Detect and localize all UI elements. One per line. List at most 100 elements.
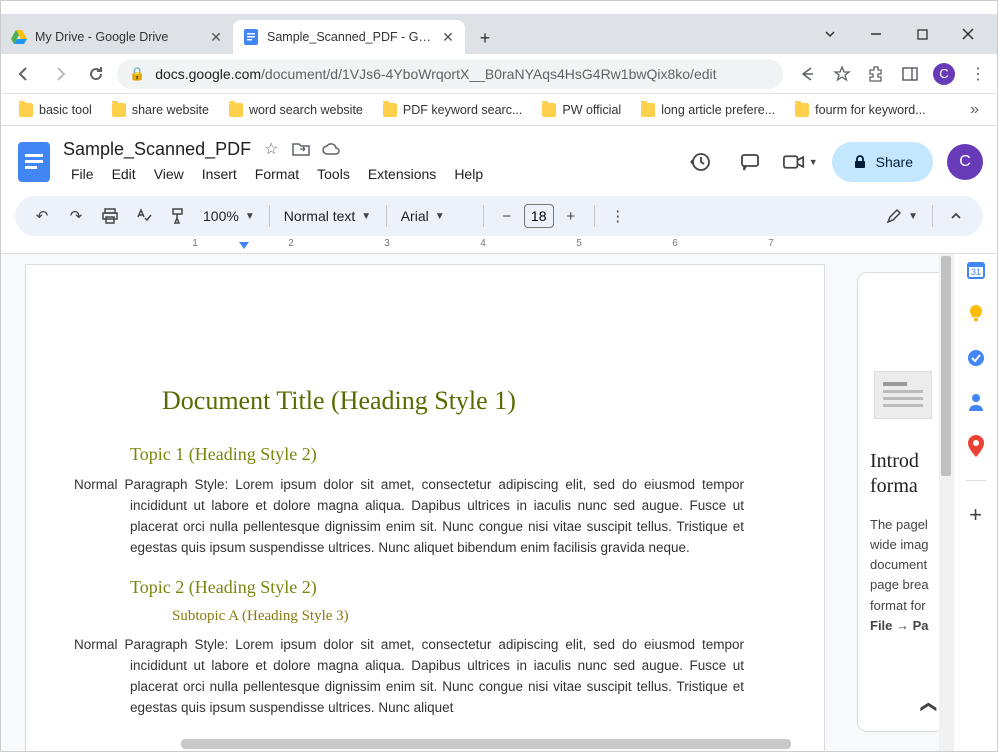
heading-1: Document Title (Heading Style 1) [162, 383, 582, 418]
tasks-icon[interactable] [966, 348, 986, 368]
indent-marker[interactable] [239, 242, 249, 249]
svg-text:31: 31 [970, 267, 980, 277]
print-button[interactable] [95, 201, 125, 231]
side-rail: 31 + [953, 254, 997, 751]
fontsize-input[interactable]: 18 [524, 204, 554, 228]
history-icon[interactable] [682, 144, 718, 180]
docs-logo-icon[interactable] [15, 138, 53, 186]
more-toolbar-icon[interactable]: ⋮ [603, 201, 633, 231]
bookmark-item[interactable]: word search website [229, 103, 363, 117]
bookmark-item[interactable]: PW official [542, 103, 621, 117]
fontsize-decrease-button[interactable]: − [492, 201, 522, 231]
url-text: docs.google.com/document/d/1VJs6-4YboWrq… [155, 66, 771, 82]
outline-text: The pagel wide imag document page brea f… [870, 515, 936, 636]
outline-heading: Introd forma [870, 449, 936, 499]
calendar-icon[interactable]: 31 [966, 260, 986, 280]
ruler[interactable]: 1 2 3 4 5 6 7 [0, 236, 998, 254]
share-button[interactable]: Share [832, 142, 933, 182]
address-bar[interactable]: 🔒 docs.google.com/document/d/1VJs6-4YboW… [117, 59, 783, 89]
sidepanel-icon[interactable] [899, 63, 921, 85]
folder-icon [229, 103, 243, 117]
docs-toolbar: ↶ ↷ 100%▼ Normal text▼ Arial▼ − 18 + ⋮ ▼ [15, 196, 983, 236]
menu-format[interactable]: Format [247, 162, 307, 186]
new-tab-button[interactable]: + [471, 24, 499, 52]
spellcheck-button[interactable] [129, 201, 159, 231]
chevron-down-icon[interactable] [818, 22, 842, 46]
docs-header: Sample_Scanned_PDF ☆ File Edit View Inse… [0, 126, 998, 190]
heading-2: Topic 2 (Heading Style 2) [130, 577, 744, 598]
extensions-icon[interactable] [865, 63, 887, 85]
redo-button[interactable]: ↷ [61, 201, 91, 231]
reload-button[interactable] [81, 59, 111, 89]
bookmark-item[interactable]: share website [112, 103, 209, 117]
bookmark-item[interactable]: basic tool [19, 103, 92, 117]
address-bar-row: 🔒 docs.google.com/document/d/1VJs6-4YboW… [0, 54, 998, 94]
bookmark-item[interactable]: long article prefere... [641, 103, 775, 117]
page-thumbnail-icon [874, 371, 932, 419]
close-icon[interactable]: ✕ [441, 30, 455, 44]
font-dropdown[interactable]: Arial▼ [395, 208, 475, 224]
menu-extensions[interactable]: Extensions [360, 162, 444, 186]
folder-icon [795, 103, 809, 117]
close-icon[interactable]: ✕ [209, 30, 223, 44]
move-icon[interactable] [291, 139, 311, 159]
folder-icon [112, 103, 126, 117]
account-avatar[interactable]: C [947, 144, 983, 180]
tab-title: My Drive - Google Drive [35, 30, 203, 44]
lock-icon [852, 154, 868, 170]
meet-icon[interactable]: ▼ [782, 144, 818, 180]
paragraph-style-dropdown[interactable]: Normal text▼ [278, 208, 378, 224]
menu-file[interactable]: File [63, 162, 102, 186]
vertical-scrollbar[interactable] [939, 254, 953, 751]
maps-icon[interactable] [966, 436, 986, 456]
maximize-button[interactable] [910, 22, 934, 46]
document-area: Document Title (Heading Style 1) Topic 1… [0, 254, 998, 752]
menu-insert[interactable]: Insert [194, 162, 245, 186]
outline-panel[interactable]: Introd forma The pagel wide imag documen… [857, 272, 949, 732]
profile-avatar[interactable]: C [933, 63, 955, 85]
format-paint-button[interactable] [163, 201, 193, 231]
bookmark-star-icon[interactable] [831, 63, 853, 85]
folder-icon [542, 103, 556, 117]
comment-icon[interactable] [732, 144, 768, 180]
paragraph: Normal Paragraph Style: Lorem ipsum dolo… [130, 635, 744, 719]
keep-icon[interactable] [966, 304, 986, 324]
menu-tools[interactable]: Tools [309, 162, 358, 186]
bookmarks-overflow-icon[interactable]: » [970, 101, 979, 119]
minimize-button[interactable] [864, 22, 888, 46]
close-window-button[interactable] [956, 22, 980, 46]
back-button[interactable] [9, 59, 39, 89]
forward-button[interactable] [45, 59, 75, 89]
folder-icon [641, 103, 655, 117]
drive-icon [11, 29, 27, 45]
menu-help[interactable]: Help [446, 162, 491, 186]
collapse-toolbar-icon[interactable] [941, 201, 971, 231]
menu-edit[interactable]: Edit [104, 162, 144, 186]
star-icon[interactable]: ☆ [261, 139, 281, 159]
share-url-icon[interactable] [797, 63, 819, 85]
horizontal-scrollbar[interactable] [181, 739, 791, 749]
heading-2: Topic 1 (Heading Style 2) [130, 444, 744, 465]
bookmark-item[interactable]: fourm for keyword... [795, 103, 925, 117]
browser-tab-docs[interactable]: Sample_Scanned_PDF - Google D ✕ [233, 20, 465, 54]
document-title[interactable]: Sample_Scanned_PDF [63, 139, 251, 160]
zoom-dropdown[interactable]: 100%▼ [197, 208, 261, 224]
chevron-right-icon[interactable]: ❯ [917, 700, 937, 713]
editing-mode-dropdown[interactable]: ▼ [880, 208, 924, 224]
docs-menu-bar: File Edit View Insert Format Tools Exten… [63, 162, 682, 186]
bookmark-item[interactable]: PDF keyword searc... [383, 103, 522, 117]
bookmarks-bar: basic tool share website word search web… [0, 94, 998, 126]
cloud-status-icon[interactable] [321, 139, 341, 159]
menu-view[interactable]: View [146, 162, 192, 186]
contacts-icon[interactable] [966, 392, 986, 412]
heading-3: Subtopic A (Heading Style 3) [172, 608, 744, 625]
browser-menu-icon[interactable]: ⋮ [967, 63, 989, 85]
add-addon-icon[interactable]: + [966, 505, 986, 525]
folder-icon [19, 103, 33, 117]
browser-tab-drive[interactable]: My Drive - Google Drive ✕ [1, 20, 233, 54]
folder-icon [383, 103, 397, 117]
document-page[interactable]: Document Title (Heading Style 1) Topic 1… [25, 264, 825, 751]
undo-button[interactable]: ↶ [27, 201, 57, 231]
paragraph: Normal Paragraph Style: Lorem ipsum dolo… [130, 475, 744, 559]
fontsize-increase-button[interactable]: + [556, 201, 586, 231]
